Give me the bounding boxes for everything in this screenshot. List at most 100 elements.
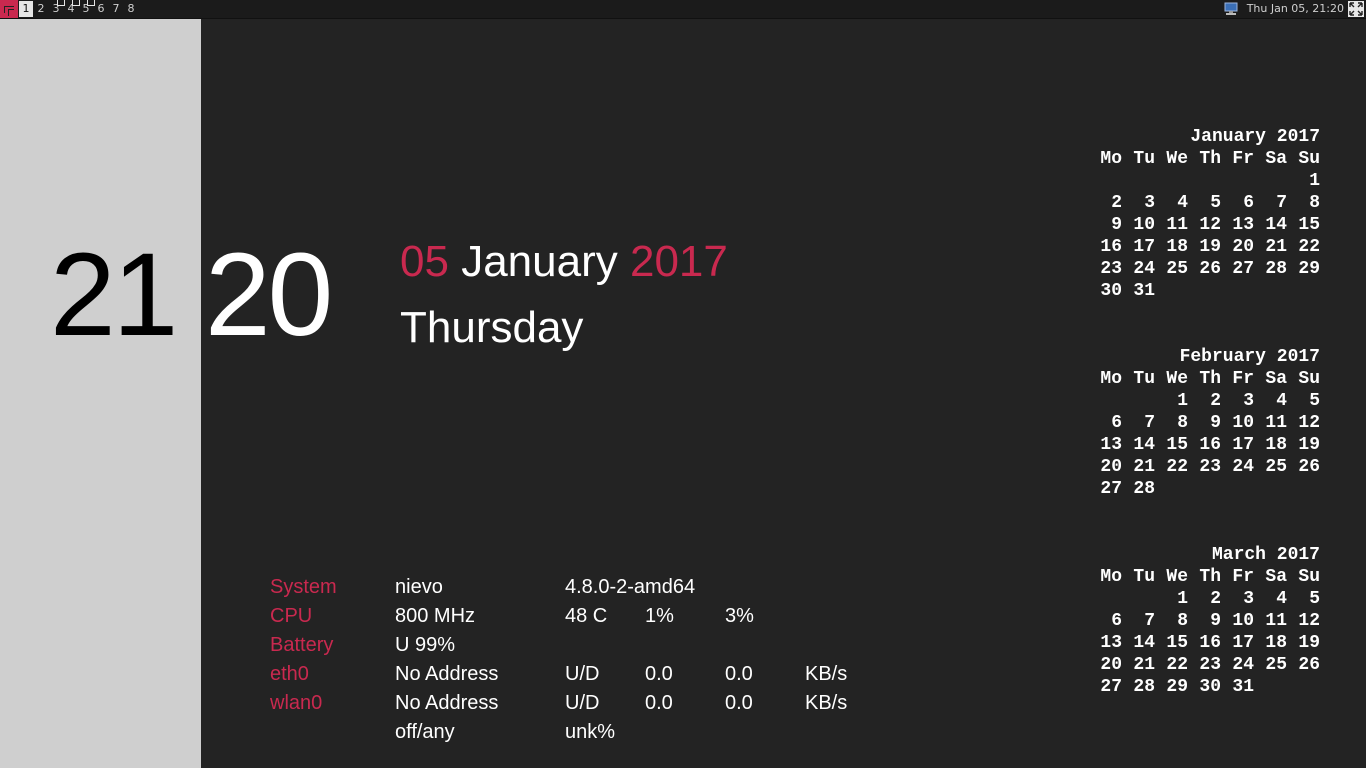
calendar-day: 12 — [1298, 611, 1320, 631]
weekday-header: Fr — [1232, 369, 1254, 389]
calendar-day: 3 — [1144, 193, 1155, 213]
sysinfo-value: No Address — [395, 663, 499, 685]
weekday-header: Fr — [1232, 149, 1254, 169]
weekday-header: Su — [1298, 369, 1320, 389]
calendar-day: 4 — [1276, 391, 1287, 411]
clock-hour: 21 — [50, 229, 178, 361]
sysinfo-value: 0.0 — [725, 692, 753, 714]
left-panel-background — [0, 19, 201, 768]
weekday-header: Th — [1199, 149, 1221, 169]
calendar-day: 21 — [1265, 237, 1287, 257]
sysinfo-value: 4.8.0-2-amd64 — [565, 576, 696, 598]
calendar-day: 8 — [1177, 611, 1188, 631]
tag-3[interactable]: 3 — [49, 0, 65, 17]
weekday-header: Sa — [1265, 567, 1287, 587]
calendar-day: 19 — [1298, 633, 1320, 653]
panel-clock[interactable]: Thu Jan 05, 21:20 — [1247, 0, 1344, 18]
tag-5[interactable]: 5 — [79, 0, 95, 17]
calendar-blank — [1254, 170, 1287, 192]
tag-7[interactable]: 7 — [109, 1, 123, 17]
calendar-day: 12 — [1199, 215, 1221, 235]
calendar-day: 11 — [1265, 413, 1287, 433]
calendar-day: 20 — [1100, 457, 1122, 477]
weekday-header: We — [1166, 567, 1188, 587]
calendar-day: 13 — [1100, 435, 1122, 455]
calendar-blank — [1188, 170, 1221, 192]
calendar-month: January 2017 Mo Tu We Th Fr Sa Su 1 2 3 4 5 6 7 8 9 10 11 1… — [1096, 126, 1320, 302]
weekday-header: Fr — [1232, 567, 1254, 587]
weekday-header: Su — [1298, 149, 1320, 169]
weekday-header: Th — [1199, 567, 1221, 587]
calendar-day: 17 — [1232, 633, 1254, 653]
calendar-day: 29 — [1166, 677, 1188, 697]
sysinfo-label: CPU — [270, 605, 313, 627]
calendar-day: 3 — [1243, 391, 1254, 411]
calendar-day: 28 — [1133, 677, 1155, 697]
calendar-day: 4 — [1177, 193, 1188, 213]
calendar-day: 16 — [1199, 435, 1221, 455]
tile-layout-icon[interactable] — [0, 0, 18, 18]
calendar-day: 17 — [1232, 435, 1254, 455]
calendar-blank — [1122, 170, 1155, 192]
weekday-header: Sa — [1265, 149, 1287, 169]
calendar-day: 29 — [1298, 259, 1320, 279]
calendar-day: 24 — [1232, 457, 1254, 477]
calendar-day: 16 — [1100, 237, 1122, 257]
calendar-day: 19 — [1298, 435, 1320, 455]
date-month: January — [461, 237, 618, 286]
fullscreen-icon[interactable] — [1348, 1, 1364, 17]
calendar-day: 23 — [1100, 259, 1122, 279]
sysinfo-value: KB/s — [805, 663, 848, 685]
calendar-day: 30 — [1100, 281, 1122, 301]
weekday-header: We — [1166, 369, 1188, 389]
calendar-day: 27 — [1232, 259, 1254, 279]
tag-6[interactable]: 6 — [94, 1, 108, 17]
sysinfo-value: 3% — [725, 605, 754, 627]
tag-2[interactable]: 2 — [34, 1, 48, 17]
network-monitor-icon[interactable] — [1224, 2, 1238, 15]
calendar-day: 27 — [1100, 677, 1122, 697]
calendar-day: 10 — [1232, 413, 1254, 433]
weekday-header: Tu — [1133, 369, 1155, 389]
calendar-day: 10 — [1232, 611, 1254, 631]
calendar-day: 31 — [1133, 281, 1155, 301]
calendar-grid: Mo Tu We Th Fr Sa Su 1 2 3 4 5 6 7 8 9 10 11 12 13 14 15 16 17 1… — [1096, 368, 1320, 500]
calendar-day: 31 — [1232, 677, 1254, 697]
date-weekday: Thursday — [400, 303, 584, 352]
calendar-day: 14 — [1265, 215, 1287, 235]
sysinfo-label: wlan0 — [270, 692, 323, 714]
calendar-day: 21 — [1133, 655, 1155, 675]
tag-8[interactable]: 8 — [124, 1, 138, 17]
calendar-day: 9 — [1210, 413, 1221, 433]
calendar-day: 2 — [1210, 589, 1221, 609]
sysinfo-value: 48 C — [565, 605, 608, 627]
sysinfo-value: 0.0 — [645, 692, 673, 714]
calendar-day: 14 — [1133, 435, 1155, 455]
calendar-day: 14 — [1133, 633, 1155, 653]
sysinfo-label: System — [270, 576, 337, 598]
calendar-day: 12 — [1298, 413, 1320, 433]
calendar-day: 6 — [1111, 611, 1122, 631]
weekday-header: Tu — [1133, 149, 1155, 169]
weekday-header: Tu — [1133, 567, 1155, 587]
tag-4[interactable]: 4 — [64, 0, 80, 17]
calendar-title: February 2017 — [1179, 347, 1320, 367]
calendar-day: 9 — [1210, 611, 1221, 631]
calendar-day: 5 — [1309, 391, 1320, 411]
calendar-day: 26 — [1298, 655, 1320, 675]
sysinfo-value: U/D — [565, 692, 600, 714]
calendar-day: 28 — [1265, 259, 1287, 279]
calendar-blank — [1122, 390, 1155, 412]
calendar-day: 18 — [1265, 435, 1287, 455]
tag-1[interactable]: 1 — [19, 1, 33, 17]
calendar-day: 26 — [1199, 259, 1221, 279]
sysinfo-value: KB/s — [805, 692, 848, 714]
calendar-day: 27 — [1100, 479, 1122, 499]
calendar-day: 16 — [1199, 633, 1221, 653]
calendar-title: January 2017 — [1190, 127, 1320, 147]
calendar-blank — [1089, 390, 1122, 412]
sysinfo-label: Battery — [270, 634, 334, 656]
calendar-day: 26 — [1298, 457, 1320, 477]
calendar-title: March 2017 — [1211, 545, 1320, 565]
calendar-day: 15 — [1166, 435, 1188, 455]
